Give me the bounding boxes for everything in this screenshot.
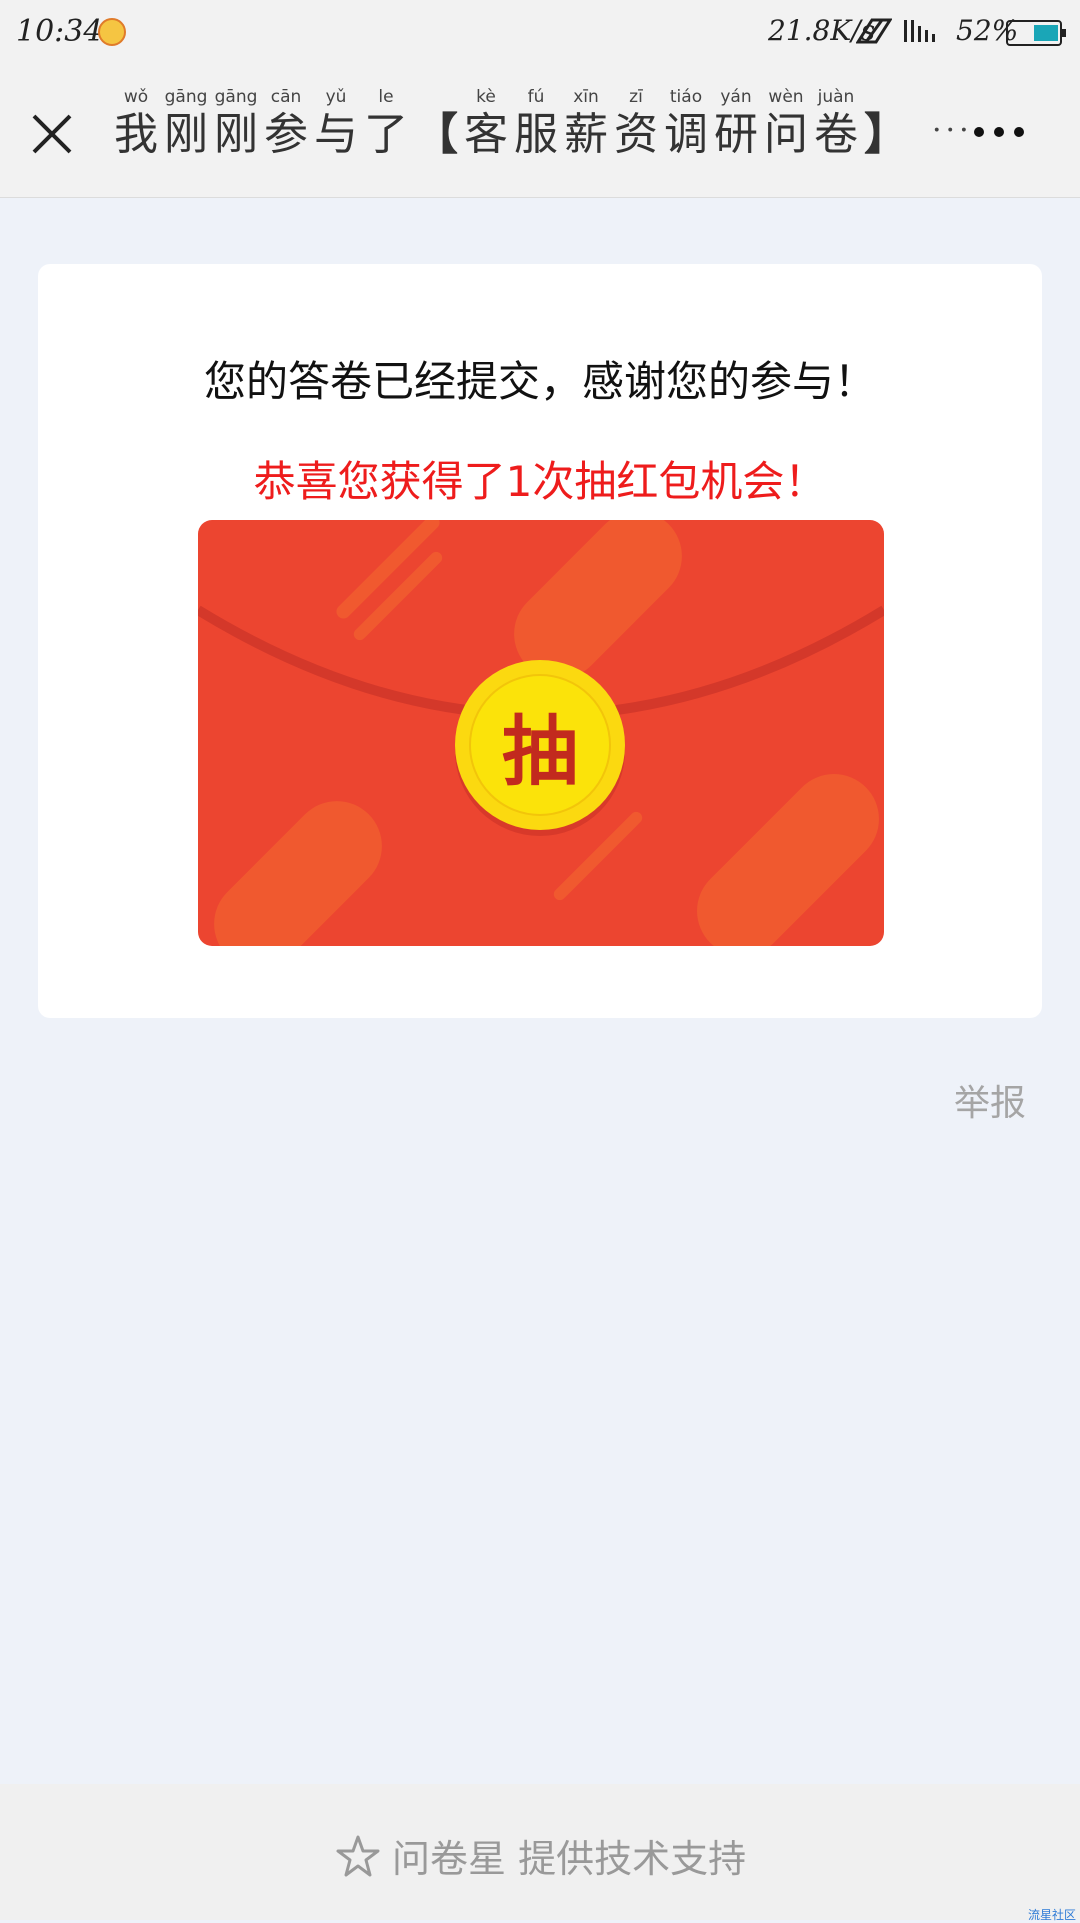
- title-hanzi: 服: [514, 109, 558, 160]
- title-hanzi: 了: [364, 109, 408, 160]
- title-hanzi: 【: [414, 109, 458, 160]
- status-bar: 10:34 21.8K/s 52%: [0, 0, 1080, 66]
- title-hanzi: 研: [714, 109, 758, 160]
- report-link[interactable]: 举报: [954, 1074, 1026, 1126]
- title-char: 【: [414, 86, 458, 162]
- notification-icon: [98, 18, 126, 46]
- title-char: zī 资: [614, 86, 658, 162]
- title-hanzi: 问: [764, 109, 808, 160]
- title-pinyin: gāng: [164, 87, 208, 107]
- title-char: wǒ 我: [114, 86, 158, 162]
- lottery-congrats-text: 恭喜您获得了1次抽红包机会！: [253, 457, 827, 506]
- title-overflow: ···: [932, 113, 973, 148]
- red-envelope[interactable]: 抽: [198, 520, 884, 946]
- title-pinyin: fú: [527, 87, 545, 107]
- title-hanzi: 客: [464, 109, 508, 160]
- star-icon: [336, 1835, 380, 1876]
- footer: 问卷星 提供技术支持: [0, 1784, 1080, 1920]
- network-type-icon: [856, 18, 892, 44]
- nav-bar: wǒ 我 gāng 刚 gāng 刚 cān 参 yǔ 与 le 了【kè 客 fú 服 xīn 薪 zī 资 tiá…: [0, 66, 1080, 198]
- title-pinyin: yán: [720, 87, 752, 107]
- watermark: 流星社区: [1028, 1908, 1077, 1922]
- title-char: kè 客: [464, 86, 508, 162]
- title-hanzi: 资: [614, 109, 658, 160]
- draw-coin-button[interactable]: 抽: [455, 660, 625, 830]
- title-char: xīn 薪: [564, 86, 608, 162]
- battery-icon: [1006, 20, 1066, 46]
- title-pinyin: tiáo: [669, 87, 703, 107]
- title-char: fú 服: [514, 86, 558, 162]
- title-hanzi: 薪: [564, 109, 608, 160]
- title-pinyin: cān: [270, 87, 302, 107]
- title-pinyin: le: [378, 87, 394, 107]
- title-pinyin: wǒ: [123, 87, 149, 107]
- title-char: tiáo 调: [664, 86, 708, 162]
- title-pinyin: wèn: [768, 87, 804, 107]
- title-char: gāng 刚: [214, 86, 258, 162]
- title-char: wèn 问: [764, 86, 808, 162]
- title-char: le 了: [364, 86, 408, 162]
- title-pinyin: kè: [476, 87, 496, 107]
- footer-support: 问卷星 提供技术支持: [336, 1828, 746, 1883]
- result-card: 您的答卷已经提交，感谢您的参与！ 恭喜您获得了1次抽红包机会！ 抽: [38, 264, 1042, 1018]
- title-char: gāng 刚: [164, 86, 208, 162]
- title-char: cān 参: [264, 86, 308, 162]
- title-hanzi: 参: [264, 109, 308, 160]
- title-pinyin: yǔ: [325, 87, 347, 107]
- title-hanzi: 与: [314, 109, 358, 160]
- title-char: yǔ 与: [314, 86, 358, 162]
- title-hanzi: 】: [864, 109, 908, 160]
- title-pinyin: xīn: [573, 87, 599, 107]
- footer-text: 问卷星 提供技术支持: [392, 1837, 747, 1881]
- title-hanzi: 我: [114, 109, 158, 160]
- title-char: yán 研: [714, 86, 758, 162]
- title-hanzi: 刚: [214, 109, 258, 160]
- signal-icon: [904, 20, 935, 42]
- more-icon[interactable]: [974, 120, 1030, 144]
- title-char: juàn 卷: [814, 86, 858, 162]
- title-hanzi: 调: [664, 109, 708, 160]
- title-hanzi: 刚: [164, 109, 208, 160]
- close-icon[interactable]: [30, 112, 74, 156]
- title-char: 】: [864, 86, 908, 162]
- coin-inner: 抽: [469, 674, 611, 816]
- coin-label: 抽: [502, 707, 578, 796]
- title-pinyin: gāng: [214, 87, 258, 107]
- submit-thanks-text: 您的答卷已经提交，感谢您的参与！: [203, 357, 876, 406]
- page-title: wǒ 我 gāng 刚 gāng 刚 cān 参 yǔ 与 le 了【kè 客 fú 服 xīn 薪 zī 资 tiá…: [114, 86, 969, 186]
- title-hanzi: 卷: [814, 109, 858, 160]
- title-pinyin: zī: [629, 87, 643, 107]
- title-pinyin: juàn: [817, 87, 855, 107]
- status-time: 10:34: [16, 14, 103, 49]
